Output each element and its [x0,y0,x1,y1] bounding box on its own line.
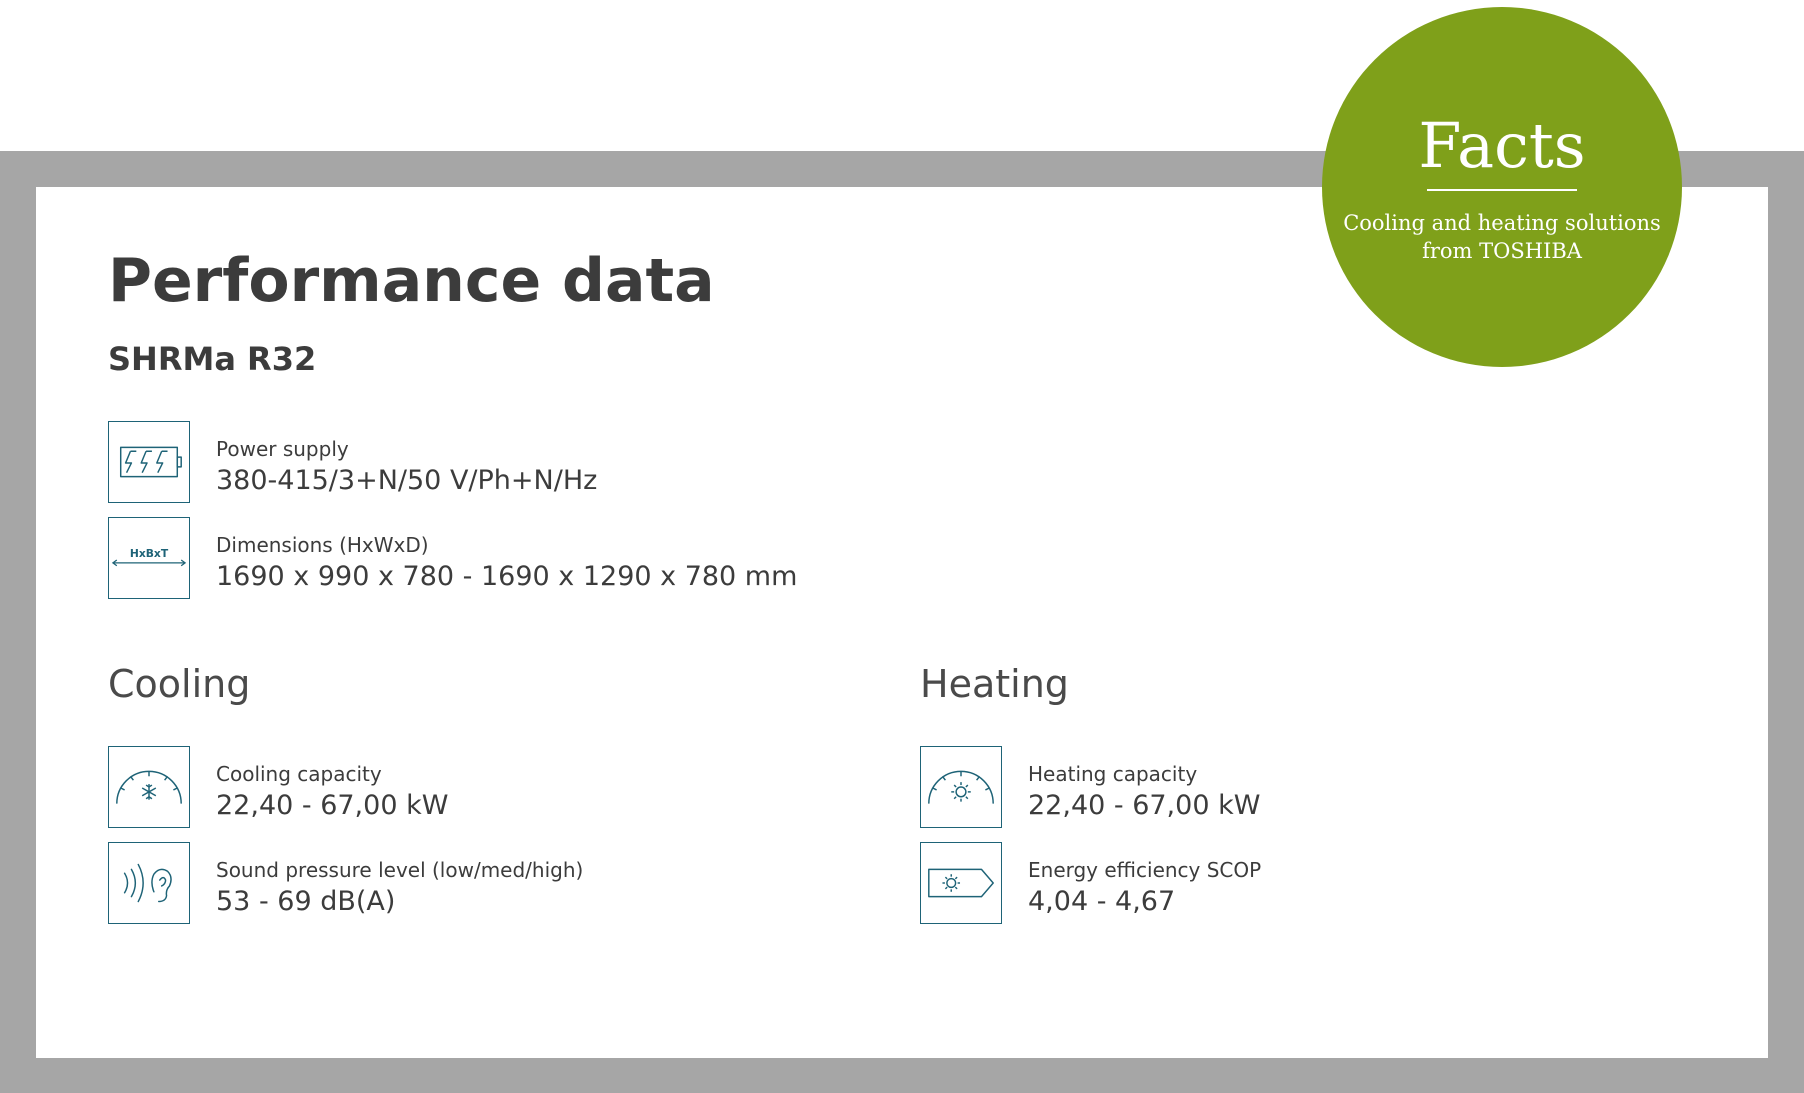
spec-value: 4,04 - 4,67 [1028,886,1176,917]
spec-label: Power supply [216,437,349,461]
dimensions-icon-text: HxBxT [130,547,169,560]
page-title: Performance data [108,246,715,316]
power-supply-icon [108,421,190,503]
facts-divider [1427,189,1577,191]
model-name: SHRMa R32 [108,340,317,378]
facts-title: Facts [1418,109,1586,182]
spec-value: 22,40 - 67,00 kW [1028,790,1261,821]
spec-label: Cooling capacity [216,762,382,786]
heating-section-title: Heating [920,662,1069,706]
spec-label: Heating capacity [1028,762,1198,786]
spec-value: 53 - 69 dB(A) [216,886,396,917]
energy-efficiency-label-icon [920,842,1002,924]
heating-capacity-gauge-icon [920,746,1002,828]
spec-value: 380-415/3+N/50 V/Ph+N/Hz [216,465,598,496]
spec-label: Dimensions (HxWxD) [216,533,429,557]
spec-value: 1690 x 990 x 780 - 1690 x 1290 x 780 mm [216,561,798,592]
facts-subtitle: Cooling and heating solutions from TOSHI… [1343,211,1661,263]
facts-badge: Facts Cooling and heating solutions from… [1322,7,1682,367]
spec-label: Energy efficiency SCOP [1028,858,1262,882]
spec-value: 22,40 - 67,00 kW [216,790,449,821]
sound-pressure-ear-icon [108,842,190,924]
dimensions-icon: HxBxT [108,517,190,599]
cooling-section-title: Cooling [108,662,251,706]
cooling-capacity-gauge-icon [108,746,190,828]
spec-label: Sound pressure level (low/med/high) [216,858,584,882]
